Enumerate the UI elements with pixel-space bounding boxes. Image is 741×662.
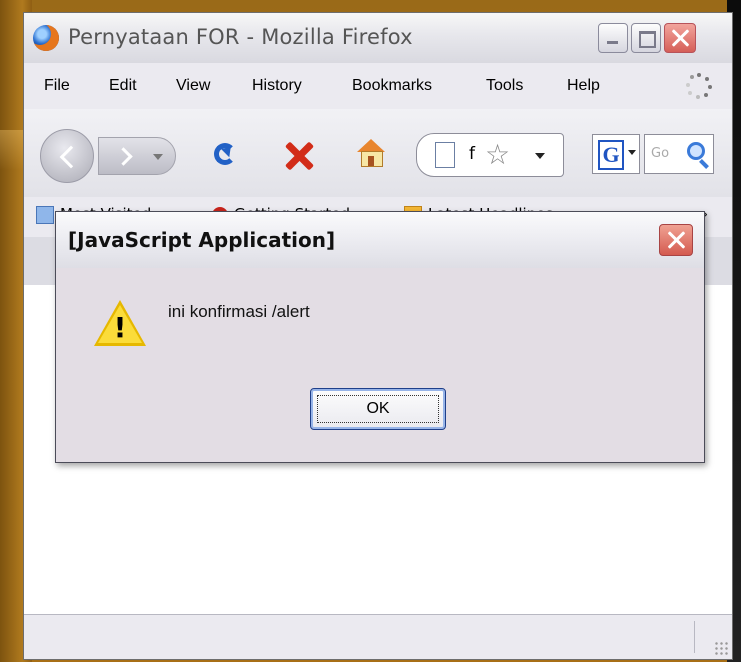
alert-dialog: [JavaScript Application] ! ini konfirmas… [55,211,705,463]
search-placeholder: Go [651,146,670,161]
close-icon [666,230,686,250]
menu-tools[interactable]: Tools [486,77,523,95]
menu-bookmarks[interactable]: Bookmarks [352,77,432,95]
firefox-logo-icon [33,25,59,51]
menu-view[interactable]: View [176,77,210,95]
search-icon[interactable] [687,142,705,160]
menu-file[interactable]: File [44,77,70,95]
google-logo-icon: G [598,140,624,170]
alert-title: [JavaScript Application] [68,228,336,252]
window-titlebar[interactable]: Pernyataan FOR - Mozilla Firefox [24,13,732,64]
menu-history[interactable]: History [252,77,302,95]
status-divider [694,621,695,653]
ok-button-label: OK [366,400,390,417]
close-icon [670,28,690,48]
menu-edit[interactable]: Edit [109,77,137,95]
alert-close-button[interactable] [659,224,693,256]
search-input[interactable]: Go [644,134,714,174]
back-button[interactable] [40,129,94,183]
menu-help[interactable]: Help [567,77,600,95]
alert-titlebar[interactable]: [JavaScript Application] [56,212,704,269]
reload-icon[interactable] [214,143,236,165]
menu-bar: File Edit View History Bookmarks Tools H… [24,63,732,110]
throbber-icon [686,73,712,99]
warning-icon: ! [94,300,146,348]
bookmark-folder-icon [36,205,54,224]
search-engine-selector[interactable]: G [592,134,640,174]
ok-button[interactable]: OK [310,388,446,430]
forward-button[interactable] [98,137,176,175]
firefox-window: Pernyataan FOR - Mozilla Firefox File Ed… [23,12,733,660]
chevron-down-icon [628,150,636,159]
alert-message: ini konfirmasi /alert [168,302,310,321]
alert-body: ! ini konfirmasi /alert OK [56,268,704,462]
close-window-button[interactable] [664,23,696,53]
window-title: Pernyataan FOR - Mozilla Firefox [68,25,413,49]
url-bar[interactable]: f ☆ [416,133,564,177]
url-text: f [469,144,475,164]
status-bar [24,614,732,659]
stop-icon[interactable] [284,141,314,171]
url-dropdown-icon[interactable] [535,153,545,164]
bookmark-star-icon[interactable]: ☆ [485,138,510,172]
resize-grip-icon[interactable] [714,641,728,655]
minimize-button[interactable] [598,23,628,53]
maximize-button[interactable] [631,23,661,53]
page-icon [435,142,455,168]
home-icon[interactable] [356,139,386,169]
navigation-toolbar: f ☆ G Go [24,109,732,198]
